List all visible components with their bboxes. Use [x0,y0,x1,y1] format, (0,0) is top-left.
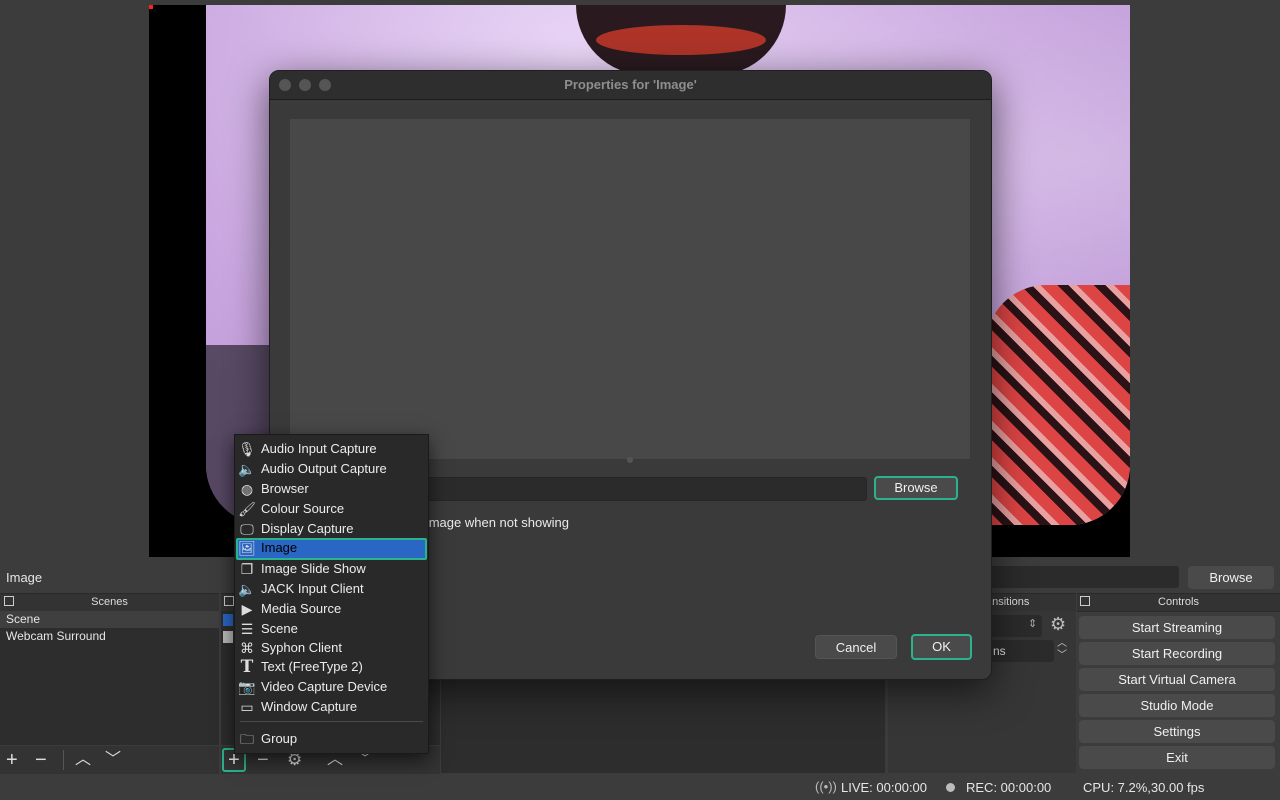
play-icon: ▶ [241,601,253,617]
menu-item-jack-input-client[interactable]: 🔈 JACK Input Client [236,579,427,599]
menu-item-label: Video Capture Device [261,679,388,694]
dock-float-icon[interactable] [1080,596,1090,606]
menu-item-display-capture[interactable]: 🖵 Display Capture [236,519,427,539]
menu-item-group[interactable]: 🗀 Group [236,729,427,749]
source-image-icon [223,614,233,626]
microphone-icon: 🎙 [238,441,256,457]
headphones-band [596,25,766,55]
dock-float-icon[interactable] [224,596,234,606]
move-up-icon[interactable]: ︿ [75,746,91,774]
dock-float-icon[interactable] [4,596,14,606]
plaid-shirt [986,285,1130,525]
menu-item-label: Media Source [261,601,342,616]
scenes-list[interactable]: Scene Webcam Surround [0,611,219,745]
menu-item-label: Group [261,731,298,746]
transition-gear-icon[interactable]: ⚙ [1050,614,1066,635]
remove-scene-icon[interactable]: − [35,746,47,774]
menu-item-label: Audio Input Capture [261,441,377,456]
scene-item[interactable]: Scene [0,611,219,628]
transition-duration-field[interactable]: ns [990,640,1054,662]
add-scene-icon[interactable]: + [6,746,18,774]
splitter-handle[interactable] [627,457,633,463]
dialog-title: Properties for 'Image' [564,77,697,92]
record-dot-icon [946,783,955,792]
source-path-field[interactable] [990,566,1179,588]
studio-mode-button[interactable]: Studio Mode [1079,694,1275,717]
live-timer: LIVE: 00:00:00 [841,780,928,795]
scenes-toolbar: + − ︿ ﹀ [0,746,219,774]
globe-icon: ◍ [240,481,254,497]
folder-icon: 🗀 [240,731,254,747]
move-down-icon[interactable]: ﹀ [105,746,121,774]
controls-dock-header: Controls [1077,593,1280,612]
menu-item-audio-input-capture[interactable]: 🎙 Audio Input Capture [236,439,427,459]
scene-item-label: Webcam Surround [6,629,106,643]
scene-item[interactable]: Webcam Surround [0,628,219,645]
menu-item-video-capture-device[interactable]: 📷 Video Capture Device [236,677,427,697]
transition-duration-label: ns [993,644,1006,658]
list-icon: ☰ [240,621,254,637]
menu-item-label: Image [261,540,298,555]
add-source-menu: 🎙 Audio Input Capture 🔈 Audio Output Cap… [234,434,429,754]
start-virtual-camera-button[interactable]: Start Virtual Camera [1079,668,1275,691]
dialog-preview-area [290,119,970,459]
broadcast-icon: ((•)) [815,779,837,794]
controls-dock-title: Controls [1158,596,1199,608]
menu-item-label: Colour Source [261,501,345,516]
text-icon: T [240,657,254,677]
menu-item-label: Text (FreeType 2) [261,659,363,674]
settings-button[interactable]: Settings [1079,720,1275,743]
monitor-icon: 🖵 [240,521,254,537]
menu-item-image-slide-show[interactable]: ❐ Image Slide Show [236,559,427,579]
menu-item-audio-output-capture[interactable]: 🔈 Audio Output Capture [236,459,427,479]
menu-item-label: Image Slide Show [261,561,366,576]
start-recording-button[interactable]: Start Recording [1079,642,1275,665]
menu-item-label: Audio Output Capture [261,461,387,476]
scene-item-label: Scene [6,612,41,626]
start-streaming-button[interactable]: Start Streaming [1079,616,1275,639]
menu-item-label: Syphon Client [261,640,342,655]
cpu-fps-readout: CPU: 7.2%,30.00 fps [1083,780,1205,795]
slideshow-icon: ❐ [240,561,254,577]
dialog-browse-button[interactable]: Browse [874,476,958,500]
window-icon: ▭ [240,699,254,715]
select-arrows-icon: ⇕ [1028,618,1038,630]
unload-image-checkbox-label[interactable]: d image when not showing [415,515,569,530]
menu-item-label: JACK Input Client [261,581,364,596]
menu-item-label: Browser [261,481,309,496]
gamepad-icon: ⌘ [240,640,254,656]
menu-item-media-source[interactable]: ▶ Media Source [236,599,427,619]
menu-item-scene[interactable]: ☰ Scene [236,619,427,639]
menu-item-label: Display Capture [261,521,354,536]
exit-button[interactable]: Exit [1079,746,1275,769]
duration-stepper-icon[interactable]: ︿ ﹀ [1057,638,1067,662]
scenes-dock-title: Scenes [91,596,128,608]
speaker-icon: 🔈 [238,581,256,597]
source-slideshow-icon [223,631,233,643]
ok-button[interactable]: OK [911,634,972,660]
rec-timer: REC: 00:00:00 [966,780,1052,795]
camera-icon: 📷 [238,679,256,695]
paintbrush-icon: 🖌 [238,501,256,517]
source-browse-button[interactable]: Browse [1188,566,1274,589]
menu-item-window-capture[interactable]: ▭ Window Capture [236,697,427,717]
menu-item-browser[interactable]: ◍ Browser [236,479,427,499]
cancel-button[interactable]: Cancel [815,635,897,659]
image-icon: 🖼 [238,540,256,556]
scenes-dock-header: Scenes [0,593,219,612]
toolbar-divider [63,750,64,770]
transitions-dock-title: ansitions [986,596,1030,608]
menu-separator [240,721,423,722]
menu-item-label: Scene [261,621,298,636]
preview-corner-marker [149,5,153,9]
menu-item-colour-source[interactable]: 🖌 Colour Source [236,499,427,519]
menu-item-text-freetype[interactable]: T Text (FreeType 2) [236,657,427,677]
speaker-icon: 🔈 [238,461,256,477]
menu-item-image[interactable]: 🖼 Image [236,538,427,560]
selected-source-name: Image [6,570,43,585]
menu-item-label: Window Capture [261,699,358,714]
menu-item-syphon-client[interactable]: ⌘ Syphon Client [236,638,427,658]
